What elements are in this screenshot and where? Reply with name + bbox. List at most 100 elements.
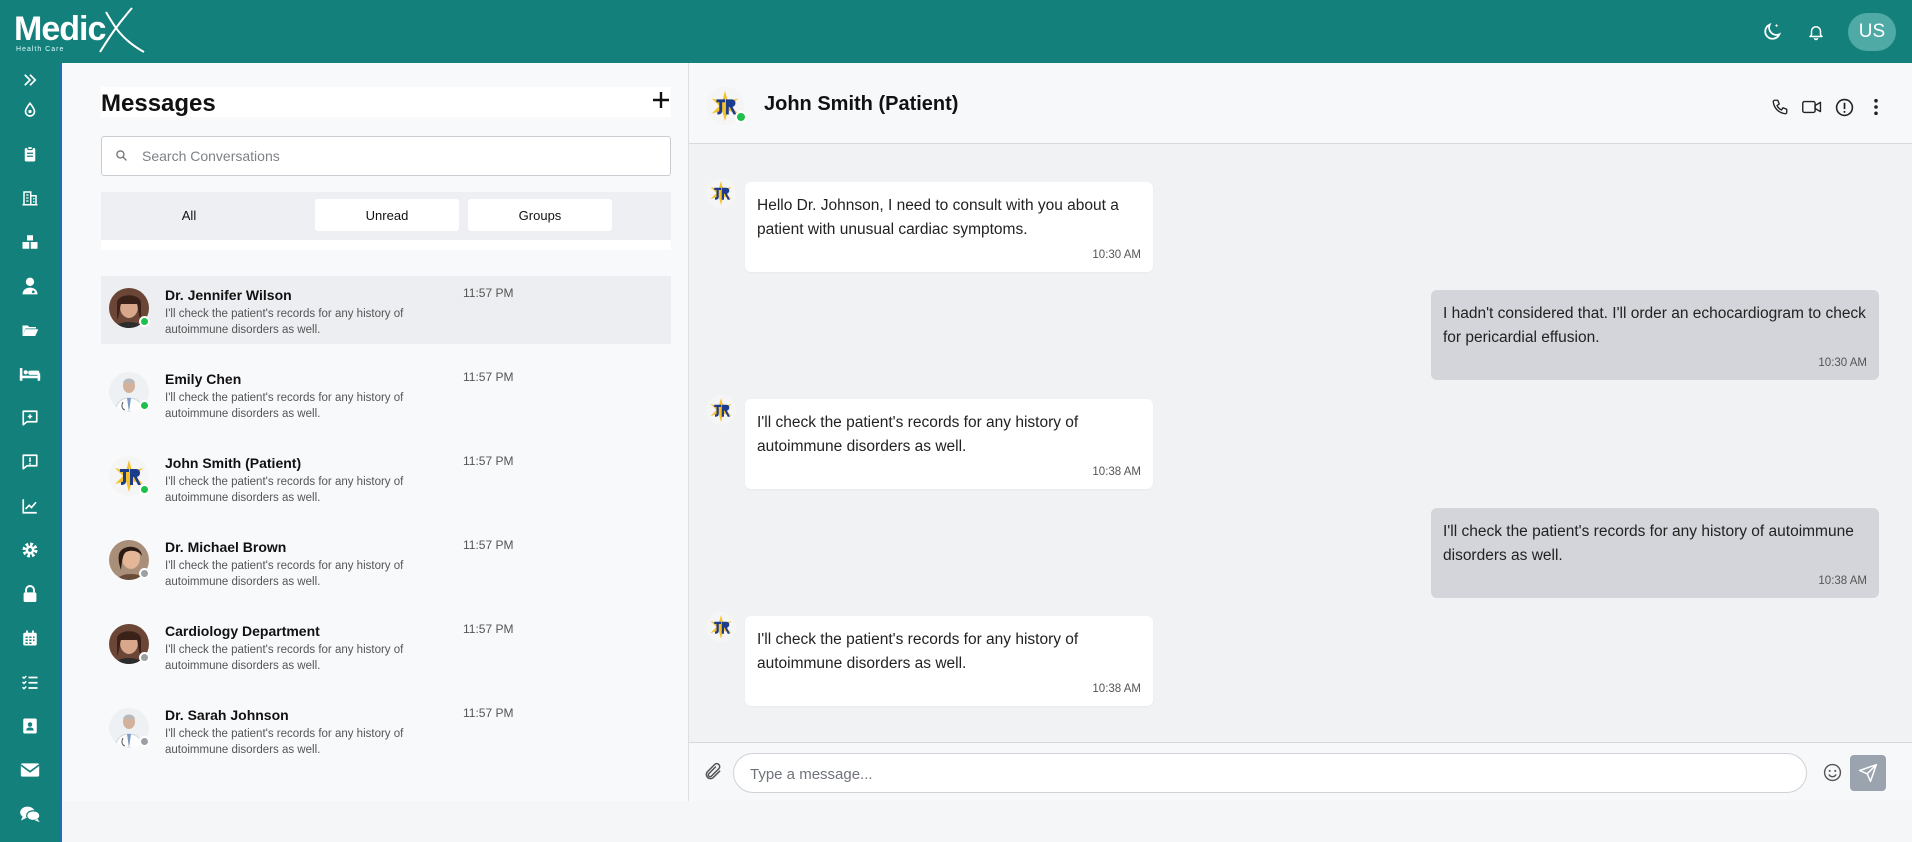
conversation-time: 11:57 PM [463,370,514,384]
top-bar: Medic Health Care US [0,0,1912,63]
more-icon[interactable] [1865,96,1887,118]
incoming-message: I'll check the patient's records for any… [745,616,1153,706]
conversation-name: Cardiology Department [165,623,320,639]
calendar-icon[interactable] [0,622,59,654]
video-icon[interactable] [1801,96,1823,118]
conversation-name: John Smith (Patient) [165,455,302,471]
incoming-message: Hello Dr. Johnson, I need to consult wit… [745,182,1153,272]
conversation-item[interactable]: Dr. Sarah Johnson 11:57 PM I'll check th… [101,696,671,764]
conversation-name: Dr. Jennifer Wilson [165,287,292,303]
filter-all[interactable]: All [117,199,261,231]
conversation-name: Dr. Michael Brown [165,539,287,555]
theme-toggle-icon[interactable] [1760,20,1784,44]
building-icon[interactable] [0,182,59,214]
message-text: I'll check the patient's records for any… [757,414,1079,455]
conversation-item[interactable]: Cardiology Department 11:57 PM I'll chec… [101,612,671,680]
filter-groups[interactable]: Groups [468,199,612,231]
conversation-item[interactable]: Dr. Jennifer Wilson 11:57 PM I'll check … [101,276,671,344]
avatar [706,178,736,208]
conversation-item[interactable]: Emily Chen 11:57 PM I'll check the patie… [101,360,671,428]
mail-icon[interactable] [0,754,59,786]
paperclip-icon[interactable] [703,761,723,788]
brand-x-mark [99,7,145,53]
message-text: Hello Dr. Johnson, I need to consult wit… [757,197,1119,238]
online-status-dot [139,316,150,327]
sidebar [0,63,62,842]
bed-icon[interactable] [0,358,59,390]
search-conversations[interactable] [101,136,671,176]
conversation-time: 11:57 PM [463,706,514,720]
send-button[interactable] [1850,755,1886,791]
conversation-name: Emily Chen [165,371,242,387]
chart-icon[interactable] [0,490,59,522]
add-message-icon[interactable] [0,402,59,434]
brand-tagline: Health Care [16,46,65,53]
emoji-icon[interactable] [1823,763,1842,787]
contact-icon[interactable] [0,710,59,742]
chat-contact-name: John Smith (Patient) [764,93,959,115]
boxes-icon[interactable] [0,226,59,258]
brand-logo[interactable]: Medic Health Care [14,6,145,56]
online-status-dot [735,111,747,123]
conversation-preview: I'll check the patient's records for any… [165,560,404,588]
checklist-icon[interactable] [0,666,59,698]
plus-icon [653,92,669,108]
brand-wordmark: Medic [14,10,106,48]
conversation-time: 11:57 PM [463,538,514,552]
info-icon[interactable] [1833,96,1855,118]
message-time: 10:30 AM [1092,249,1141,261]
user-doctor-icon[interactable] [0,270,59,302]
comments-icon[interactable] [0,798,59,830]
lock-icon[interactable] [0,578,59,610]
conversation-preview: I'll check the patient's records for any… [165,728,404,756]
drop-icon[interactable] [0,94,59,126]
expand-icon[interactable] [0,64,59,96]
outgoing-message: I hadn't considered that. I'll order an … [1431,290,1879,380]
filter-tabs: All Unread Groups [101,192,671,240]
avatar [706,395,736,425]
search-icon [115,149,128,167]
folder-icon[interactable] [0,314,59,346]
message-time: 10:38 AM [1818,575,1867,587]
filter-unread[interactable]: Unread [315,199,459,231]
bell-icon[interactable] [1804,20,1828,44]
send-icon [1858,763,1878,783]
message-time: 10:30 AM [1818,357,1867,369]
conversation-preview: I'll check the patient's records for any… [165,392,404,420]
offline-status-dot [139,568,150,579]
settings-icon[interactable] [0,534,59,566]
messages-title: Messages [101,90,216,117]
offline-status-dot [139,736,150,747]
message-composer [689,742,1912,801]
filter-divider [101,240,671,250]
chat-panel: John Smith (Patient) Hello Dr. Johnson, … [689,63,1912,801]
message-input-box[interactable] [733,753,1807,793]
search-input[interactable] [142,145,642,167]
online-status-dot [139,484,150,495]
user-avatar[interactable]: US [1848,12,1896,51]
avatar [706,612,736,642]
message-text: I hadn't considered that. I'll order an … [1443,305,1866,346]
conversation-time: 11:57 PM [463,454,514,468]
chat-header: John Smith (Patient) [689,63,1912,144]
incoming-message: I'll check the patient's records for any… [745,399,1153,489]
offline-status-dot [139,652,150,663]
conversation-preview: I'll check the patient's records for any… [165,476,404,504]
conversation-item[interactable]: Dr. Michael Brown 11:57 PM I'll check th… [101,528,671,596]
outgoing-message: I'll check the patient's records for any… [1431,508,1879,598]
new-conversation-button[interactable] [651,87,671,115]
message-text: I'll check the patient's records for any… [1443,523,1854,564]
message-input[interactable] [750,763,1790,785]
messages-panel: Messages All Unread Groups Dr. Jennifer … [63,63,689,801]
conversation-item[interactable]: John Smith (Patient) 11:57 PM I'll check… [101,444,671,512]
alert-message-icon[interactable] [0,446,59,478]
online-status-dot [139,400,150,411]
clipboard-icon[interactable] [0,138,59,170]
message-text: I'll check the patient's records for any… [757,631,1079,672]
phone-icon[interactable] [1769,96,1791,118]
conversation-preview: I'll check the patient's records for any… [165,644,404,672]
message-time: 10:38 AM [1092,683,1141,695]
conversation-name: Dr. Sarah Johnson [165,707,289,723]
conversation-preview: I'll check the patient's records for any… [165,308,404,336]
conversation-time: 11:57 PM [463,286,514,300]
